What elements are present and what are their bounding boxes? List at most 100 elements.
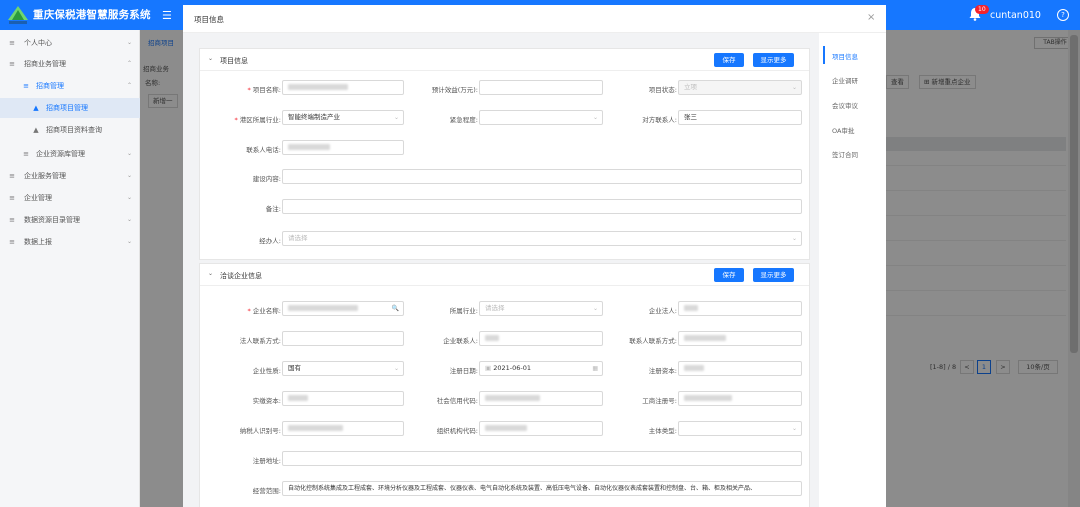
credit-code-input[interactable] <box>479 391 603 406</box>
panel-header: ⌄ 洽谈企业信息 保存 显示更多 <box>200 264 809 286</box>
legal-contact-input[interactable] <box>282 331 404 346</box>
field-label: 社会信用代码: <box>436 397 478 405</box>
sector-select[interactable]: 请选择 ⌄ <box>479 301 603 316</box>
chevron-down-icon: ⌄ <box>791 425 797 432</box>
field-label: 法人联系方式: <box>239 337 281 345</box>
field-label: 经办人: <box>259 237 281 245</box>
sidebar-item-invest-business[interactable]: ≡ 招商业务管理 ⌃ <box>0 54 140 74</box>
field-label: 注册资本: <box>648 367 677 375</box>
username[interactable]: cuntan010 <box>990 10 1041 21</box>
remark-input[interactable] <box>282 199 802 214</box>
menu-icon: ≡ <box>9 172 15 180</box>
menu-toggle-icon[interactable]: ☰ <box>162 9 172 22</box>
save-button[interactable]: 保存 <box>714 53 744 67</box>
field-label: 注册地址: <box>252 457 281 465</box>
field-label: 企业法人: <box>648 307 677 315</box>
company-nature-select[interactable]: 国有 ⌄ <box>282 361 404 376</box>
field-label: * 项目名称: <box>247 86 281 94</box>
save-button[interactable]: 保存 <box>714 268 744 282</box>
user-area: 10 cuntan010 ? <box>968 5 1069 24</box>
field-label: 组织机构代码: <box>436 427 478 435</box>
chevron-up-icon: ⌃ <box>126 82 132 89</box>
project-status-select[interactable]: 立项 ⌄ <box>678 80 802 95</box>
org-code-input[interactable] <box>479 421 603 436</box>
menu-icon: ≡ <box>23 82 29 90</box>
contact-method-input[interactable] <box>678 331 802 346</box>
chevron-down-icon: ⌄ <box>126 194 132 201</box>
chevron-down-icon[interactable]: ⌄ <box>208 270 213 277</box>
field-label: 紧急程度: <box>449 116 478 124</box>
field-label: 项目状态: <box>648 86 677 94</box>
counterpart-contact-input[interactable]: 张三 <box>678 110 802 125</box>
sidebar-item-invest-project[interactable]: ▲ 招商项目管理 <box>0 98 140 118</box>
handler-select[interactable]: 请选择 ⌄ <box>282 231 802 246</box>
chevron-down-icon: ⌄ <box>126 150 132 157</box>
menu-icon: ≡ <box>9 216 15 224</box>
modal-body: ⌄ 项目信息 保存 显示更多 * 项目名称: 预计效益(万元): 项目状态: 立项… <box>183 33 886 507</box>
project-info-panel: ⌄ 项目信息 保存 显示更多 * 项目名称: 预计效益(万元): 项目状态: 立项… <box>199 48 810 260</box>
chevron-down-icon: ⌄ <box>592 305 598 312</box>
anchor-sign-contract[interactable]: 签订合同 <box>832 149 858 159</box>
sidebar-item-invest-manage[interactable]: ≡ 招商管理 ⌃ <box>0 76 140 96</box>
registered-capital-input[interactable] <box>678 361 802 376</box>
anchor-oa-approval[interactable]: OA审批 <box>832 125 854 135</box>
urgency-select[interactable]: ⌄ <box>479 110 603 125</box>
company-contact-input[interactable] <box>479 331 603 346</box>
field-label: 企业联系人: <box>443 337 478 345</box>
calendar-icon: ▣ <box>485 364 494 372</box>
sidebar-item-personal[interactable]: ≡ 个人中心 ⌄ <box>0 33 140 53</box>
sidebar: ≡ 个人中心 ⌄ ≡ 招商业务管理 ⌃ ≡ 招商管理 ⌃ ▲ 招商项目管理 ▲ 招商项目资料查询… <box>0 30 140 507</box>
field-label: 实缴资本: <box>252 397 281 405</box>
menu-icon: ≡ <box>9 194 15 202</box>
notification-bell-icon[interactable]: 10 <box>968 5 989 23</box>
sidebar-item-company-resource[interactable]: ≡ 企业资源库管理 ⌄ <box>0 144 140 164</box>
chevron-down-icon: ⌄ <box>592 114 598 121</box>
entity-type-select[interactable]: ⌄ <box>678 421 802 436</box>
chevron-down-icon: ⌄ <box>393 114 399 121</box>
chevron-down-icon[interactable]: ⌄ <box>208 55 213 62</box>
sidebar-item-data-catalog[interactable]: ≡ 数据资源目录管理 ⌄ <box>0 210 140 230</box>
field-label: 企业性质: <box>252 367 281 375</box>
contact-phone-input[interactable] <box>282 140 404 155</box>
app-logo <box>8 6 28 24</box>
field-label: 经营范围: <box>252 487 281 495</box>
registration-date-picker[interactable]: ▣ 2021-06-01 ▦ <box>479 361 603 376</box>
app-title: 重庆保税港智慧服务系统 <box>33 9 151 21</box>
project-info-modal: 项目信息 × ⌄ 项目信息 保存 显示更多 * 项目名称: 预计效益(万元): 项… <box>183 5 886 507</box>
anchor-company-research[interactable]: 企业调研 <box>832 75 858 85</box>
company-name-input[interactable]: 🔍 <box>282 301 404 316</box>
close-icon[interactable]: × <box>867 12 875 23</box>
sidebar-item-project-query[interactable]: ▲ 招商项目资料查询 <box>0 120 140 140</box>
field-label: 纳税人识别号: <box>239 427 281 435</box>
chevron-up-icon: ⌃ <box>126 60 132 67</box>
industry-select[interactable]: 智能终端制造产业 ⌄ <box>282 110 404 125</box>
sidebar-item-data-report[interactable]: ≡ 数据上报 ⌄ <box>0 232 140 252</box>
registered-address-input[interactable] <box>282 451 802 466</box>
anchor-project-info[interactable]: 项目信息 <box>832 51 858 61</box>
anchor-meeting-review[interactable]: 会议审议 <box>832 100 858 110</box>
expected-benefit-input[interactable] <box>479 80 603 95</box>
chevron-down-icon: ⌄ <box>791 235 797 242</box>
sidebar-item-company-manage[interactable]: ≡ 企业管理 ⌄ <box>0 188 140 208</box>
show-more-button[interactable]: 显示更多 <box>753 53 794 67</box>
legal-person-input[interactable] <box>678 301 802 316</box>
field-label: 所属行业: <box>449 307 478 315</box>
project-name-input[interactable] <box>282 80 404 95</box>
business-scope-input[interactable]: 自动化控制系统集成及工程成套、环境分析仪器及工程成套、仪器仪表、电气自动化系统及… <box>282 481 802 496</box>
show-more-button[interactable]: 显示更多 <box>753 268 794 282</box>
field-label: 联系人联系方式: <box>629 337 677 345</box>
chevron-down-icon: ⌄ <box>126 216 132 223</box>
search-icon: 🔍 <box>391 305 399 312</box>
field-label: 备注: <box>265 205 281 213</box>
taxpayer-id-input[interactable] <box>282 421 404 436</box>
sidebar-item-company-service[interactable]: ≡ 企业服务管理 ⌄ <box>0 166 140 186</box>
help-icon[interactable]: ? <box>1056 9 1069 21</box>
field-label: * 企业名称: <box>247 307 281 315</box>
panel-title: 洽谈企业信息 <box>220 272 262 280</box>
field-label: 主体类型: <box>648 427 677 435</box>
paid-capital-input[interactable] <box>282 391 404 406</box>
anchor-nav: 项目信息 企业调研 会议审议 OA审批 签订合同 <box>819 33 886 507</box>
construction-content-input[interactable] <box>282 169 802 184</box>
business-reg-no-input[interactable] <box>678 391 802 406</box>
panel-title: 项目信息 <box>220 57 248 65</box>
